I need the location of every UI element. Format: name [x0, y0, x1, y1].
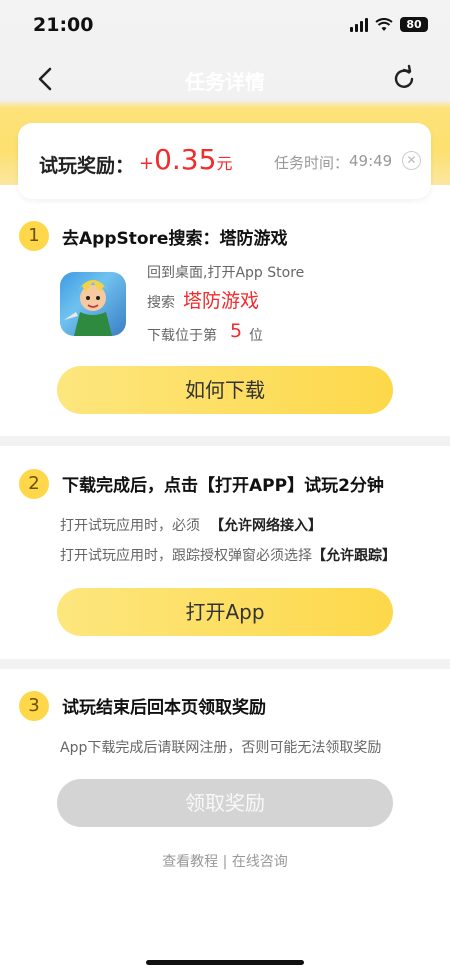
step-2-line1: 打开试玩应用时，必须 【允许网络接入】: [60, 515, 322, 535]
section-divider: [0, 436, 450, 446]
page-title: 任务详情: [185, 70, 265, 94]
close-icon[interactable]: ✕: [402, 151, 421, 170]
claim-reward-button[interactable]: 领取奖励: [57, 779, 393, 827]
status-icons: 80: [350, 17, 428, 32]
refresh-icon[interactable]: [390, 64, 418, 94]
wifi-icon: [375, 17, 393, 31]
search-keyword: 塔防游戏: [183, 290, 260, 312]
reward-card: 试玩奖励： +0.35元 任务时间： 49:49 ✕: [18, 123, 431, 199]
allow-tracking-text: 【允许跟踪】: [312, 548, 396, 564]
nav-bar: 任务详情: [0, 56, 450, 102]
step-1-badge: 1: [19, 221, 49, 251]
section-divider: [0, 659, 450, 669]
open-app-button[interactable]: 打开App: [57, 588, 393, 636]
home-indicator: [146, 960, 304, 965]
signal-icon: [350, 17, 368, 32]
step-1-search-prefix: 搜索: [147, 295, 175, 311]
step-2-line1-text: 打开试玩应用时，必须: [60, 518, 200, 534]
reward-amount: +0.35元: [139, 143, 232, 176]
view-tutorial-link[interactable]: 查看教程: [162, 854, 218, 870]
step-3-title: 试玩结束后回本页领取奖励: [62, 698, 266, 718]
step-3-badge: 3: [19, 691, 49, 721]
reward-unit: 元: [216, 154, 233, 173]
app-icon: [60, 272, 126, 336]
rank-prefix: 下载位于第: [147, 328, 217, 344]
how-to-download-button[interactable]: 如何下载: [57, 366, 393, 414]
reward-label: 试玩奖励：: [39, 155, 135, 177]
rank-number: 5: [230, 320, 243, 342]
allow-network-text: 【允许网络接入】: [210, 518, 322, 534]
step-3-instruction: App下载完成后请联网注册，否则可能无法领取奖励: [60, 740, 382, 756]
battery-icon: 80: [400, 17, 428, 32]
task-time-value: 49:49: [349, 152, 393, 170]
status-time: 21:00: [33, 14, 94, 36]
step-2-line2: 打开试玩应用时，跟踪授权弹窗必须选择【允许跟踪】: [60, 545, 396, 565]
online-consult-link[interactable]: 在线咨询: [232, 854, 288, 870]
task-time-label: 任务时间：: [274, 154, 350, 172]
step-2-line2-text: 打开试玩应用时，跟踪授权弹窗必须选择: [60, 548, 312, 564]
footer-links: 查看教程 | 在线咨询: [0, 851, 450, 871]
reward-value: 0.35: [154, 143, 217, 176]
step-2-badge: 2: [19, 469, 49, 499]
footer-separator: |: [222, 854, 228, 870]
rank-suffix: 位: [249, 328, 263, 344]
reward-plus: +: [139, 153, 155, 174]
step-2-title: 下载完成后，点击【打开APP】试玩2分钟: [62, 476, 384, 496]
step-1-title: 去AppStore搜索：塔防游戏: [62, 229, 288, 249]
step-1-instruction: 回到桌面,打开App Store: [147, 265, 305, 281]
status-bar: 21:00 80: [0, 0, 450, 52]
game-character-icon: [64, 280, 112, 336]
